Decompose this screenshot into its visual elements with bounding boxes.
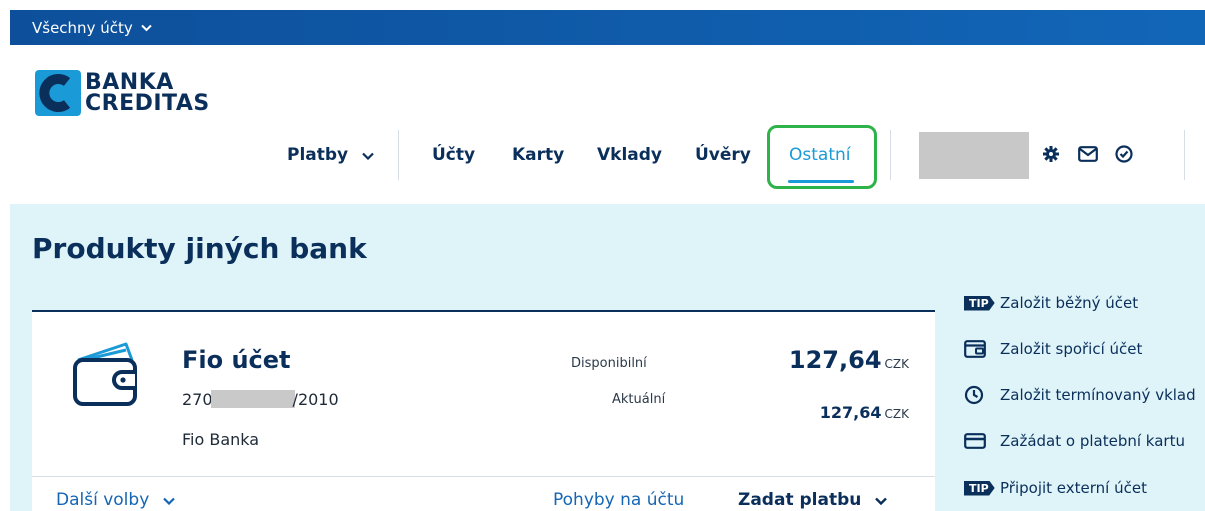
chevron-down-icon [162,490,175,510]
transactions-link[interactable]: Pohyby na účtu [553,490,684,510]
available-balance-label: Disponibilní [571,356,647,371]
more-options-label[interactable]: Další volby [56,490,149,510]
gear-icon[interactable] [1040,143,1062,165]
user-profile-redacted[interactable] [919,132,1029,179]
nav-separator [890,130,891,180]
nav-separator [398,130,399,180]
sidebar-open-current-account[interactable]: TIP Založit běžný účet [964,292,1138,314]
available-balance-currency: CZK [884,357,909,371]
bank-logo[interactable]: BANKA CREDITAS [35,70,210,116]
check-circle-icon[interactable] [1113,143,1135,165]
sidebar-open-term-deposit[interactable]: Založit termínovaný vklad [964,384,1196,406]
savings-icon [964,338,1000,360]
available-balance-value: 127,64 [788,346,882,374]
sidebar-open-savings-account[interactable]: Založit spořicí účet [964,338,1142,360]
new-payment-button[interactable]: Zadat platbu [738,490,888,510]
sidebar-connect-external-account[interactable]: TIP Připojit externí účet [964,477,1147,499]
account-number-prefix: 270 [182,390,213,409]
current-balance-value: 127,64 [819,403,882,422]
highlight-annotation [767,125,877,189]
sidebar-item-label[interactable]: Založit běžný účet [1000,294,1138,312]
card-divider [32,476,935,477]
page-title: Produkty jiných bank [32,232,367,265]
sidebar-item-label[interactable]: Připojit externí účet [1000,479,1147,497]
chevron-down-icon [141,21,152,35]
sidebar-item-label[interactable]: Zažádat o platební kartu [1000,432,1185,450]
all-accounts-bar[interactable]: Všechny účty [10,10,1205,45]
tip-badge: TIP [964,295,995,311]
all-accounts-label[interactable]: Všechny účty [32,19,133,37]
nav-item-payments-label[interactable]: Platby [287,145,348,165]
logo-text: BANKA CREDITAS [85,70,210,116]
current-balance-label: Aktuální [612,392,666,407]
account-name[interactable]: Fio účet [182,346,291,374]
nav-item-cards[interactable]: Karty [512,145,564,165]
logo-mark-icon [35,70,81,116]
nav-item-deposits[interactable]: Vklady [597,145,662,165]
current-balance: 127,64 CZK [820,403,909,422]
available-balance: 127,64 CZK [789,346,909,374]
account-card[interactable]: Fio účet 270/2010 Fio Banka Disponibilní… [32,310,935,511]
sidebar-request-card[interactable]: Zažádat o platební kartu [964,430,1185,452]
account-number: 270/2010 [182,390,339,409]
nav-separator [1184,130,1185,180]
chevron-down-icon [362,145,374,165]
nav-item-loans[interactable]: Úvěry [695,145,751,165]
more-options-button[interactable]: Další volby [56,490,175,510]
new-payment-label[interactable]: Zadat platbu [738,490,861,510]
tip-badge: TIP [964,480,995,496]
card-icon [964,430,1000,452]
account-number-suffix: /2010 [292,390,339,409]
nav-item-payments[interactable]: Platby [287,145,374,165]
current-balance-currency: CZK [884,407,909,421]
sidebar-item-label[interactable]: Založit termínovaný vklad [1000,386,1196,404]
sidebar-item-label[interactable]: Založit spořicí účet [1000,340,1142,358]
logo-line-1: BANKA [85,70,174,95]
account-number-redacted [210,390,295,408]
chevron-down-icon [875,490,888,510]
clock-icon [964,384,1000,406]
bank-name: Fio Banka [182,430,260,449]
nav-item-accounts[interactable]: Účty [432,145,475,165]
mail-icon[interactable] [1077,143,1099,165]
wallet-icon [70,338,142,414]
logo-line-2: CREDITAS [85,91,210,116]
